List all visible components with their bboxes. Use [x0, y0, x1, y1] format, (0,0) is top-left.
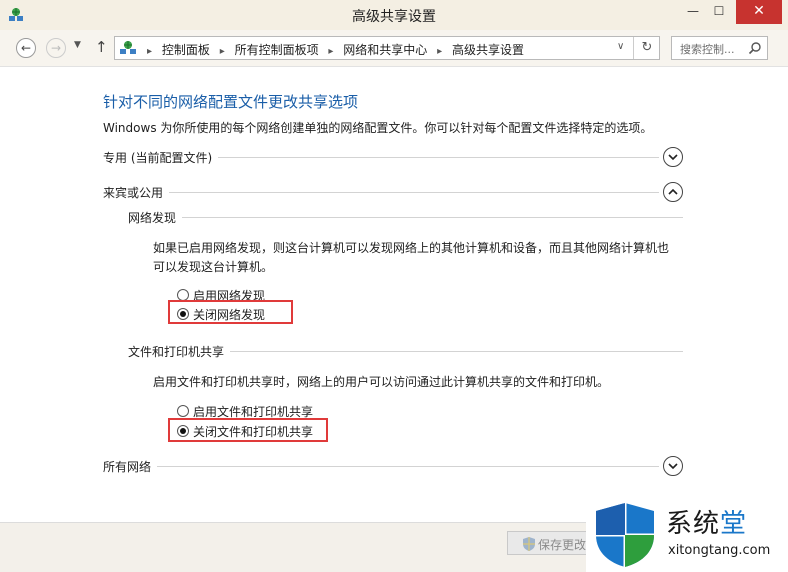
- profile-all-header[interactable]: 所有网络: [103, 456, 683, 476]
- breadcrumb-separator-icon: ▸: [147, 46, 153, 57]
- breadcrumb: ▸ 控制面板 ▸ 所有控制面板项 ▸ 网络和共享中心 ▸ 高级共享设置: [141, 41, 524, 58]
- watermark: 系统堂 xitongtang.com: [586, 497, 788, 572]
- divider: [182, 217, 683, 218]
- save-changes-label: 保存更改: [538, 538, 587, 552]
- maximize-button[interactable]: ☐: [706, 0, 732, 24]
- shield-logo-icon: [596, 503, 654, 567]
- profile-guest-label: 来宾或公用: [103, 184, 170, 201]
- breadcrumb-network-center[interactable]: 网络和共享中心: [343, 41, 427, 58]
- network-location-icon: [120, 41, 136, 54]
- breadcrumb-all-items[interactable]: 所有控制面板项: [235, 41, 319, 58]
- enable-file-sharing-radio[interactable]: [177, 405, 189, 417]
- network-discovery-header: 网络发现: [128, 209, 683, 226]
- close-button[interactable]: ✕: [736, 0, 782, 24]
- watermark-name-part2: 堂: [720, 509, 748, 539]
- search-icon: [748, 42, 761, 55]
- minimize-button[interactable]: —: [680, 0, 706, 24]
- page-title: 针对不同的网络配置文件更改共享选项: [103, 93, 359, 111]
- watermark-name: 系统堂: [666, 503, 747, 540]
- file-printer-sharing-description: 启用文件和打印机共享时，网络上的用户可以访问通过此计算机共享的文件和打印机。: [153, 375, 610, 389]
- divider: [218, 157, 659, 158]
- network-discovery-description: 如果已启用网络发现，则这台计算机可以发现网络上的其他计算机和设备，而且其他网络计…: [153, 239, 683, 277]
- divider: [169, 192, 659, 193]
- back-button[interactable]: ←: [16, 38, 36, 58]
- breadcrumb-separator-icon[interactable]: ▸: [437, 46, 442, 57]
- uac-shield-icon: [523, 537, 535, 551]
- divider: [157, 466, 659, 467]
- breadcrumb-advanced-sharing[interactable]: 高级共享设置: [452, 41, 524, 58]
- expand-all-button[interactable]: [663, 456, 683, 476]
- highlight-box: [168, 418, 328, 442]
- network-discovery-label: 网络发现: [128, 209, 183, 226]
- address-history-dropdown[interactable]: ∨: [617, 41, 624, 52]
- network-discovery-description-line1: 如果已启用网络发现，则这台计算机可以发现网络上的其他计算机和设备，而且其他网络计…: [153, 241, 670, 255]
- profile-private-label: 专用 (当前配置文件): [103, 149, 219, 166]
- page-description: Windows 为你所使用的每个网络创建单独的网络配置文件。你可以针对每个配置文…: [103, 121, 653, 135]
- chevron-down-icon: [668, 154, 678, 161]
- network-discovery-description-line2: 可以发现这台计算机。: [153, 260, 274, 274]
- title-bar: 高级共享设置 — ☐ ✕: [0, 0, 788, 30]
- search-placeholder: 搜索控制...: [680, 43, 735, 56]
- chevron-down-icon: [668, 463, 678, 470]
- file-printer-sharing-header: 文件和打印机共享: [128, 343, 683, 360]
- window-title: 高级共享设置: [352, 9, 436, 25]
- forward-button[interactable]: →: [46, 38, 66, 58]
- watermark-name-part1: 系统: [666, 509, 721, 539]
- settings-content: 针对不同的网络配置文件更改共享选项 Windows 为你所使用的每个网络创建单独…: [0, 66, 788, 522]
- collapse-guest-button[interactable]: [663, 182, 683, 202]
- search-input[interactable]: 搜索控制...: [671, 36, 768, 60]
- watermark-url: xitongtang.com: [668, 543, 771, 558]
- navigation-bar: ← → ▼ ↑ ▸ 控制面板 ▸ 所有控制面板项 ▸ 网络和共享中心 ▸ 高级共…: [0, 30, 788, 66]
- up-button[interactable]: ↑: [95, 38, 108, 56]
- highlight-box: [168, 300, 293, 324]
- address-bar[interactable]: ▸ 控制面板 ▸ 所有控制面板项 ▸ 网络和共享中心 ▸ 高级共享设置 ∨ ↻: [114, 36, 660, 60]
- breadcrumb-separator-icon[interactable]: ▸: [220, 46, 225, 57]
- profile-all-label: 所有网络: [103, 458, 158, 475]
- refresh-button[interactable]: ↻: [633, 37, 660, 59]
- recent-locations-dropdown[interactable]: ▼: [74, 40, 81, 50]
- breadcrumb-control-panel[interactable]: 控制面板: [162, 41, 210, 58]
- file-printer-sharing-label: 文件和打印机共享: [128, 343, 231, 360]
- expand-private-button[interactable]: [663, 147, 683, 167]
- breadcrumb-separator-icon[interactable]: ▸: [328, 46, 333, 57]
- profile-guest-header[interactable]: 来宾或公用: [103, 182, 683, 202]
- chevron-up-icon: [668, 188, 678, 195]
- divider: [230, 351, 683, 352]
- profile-private-header[interactable]: 专用 (当前配置文件): [103, 147, 683, 167]
